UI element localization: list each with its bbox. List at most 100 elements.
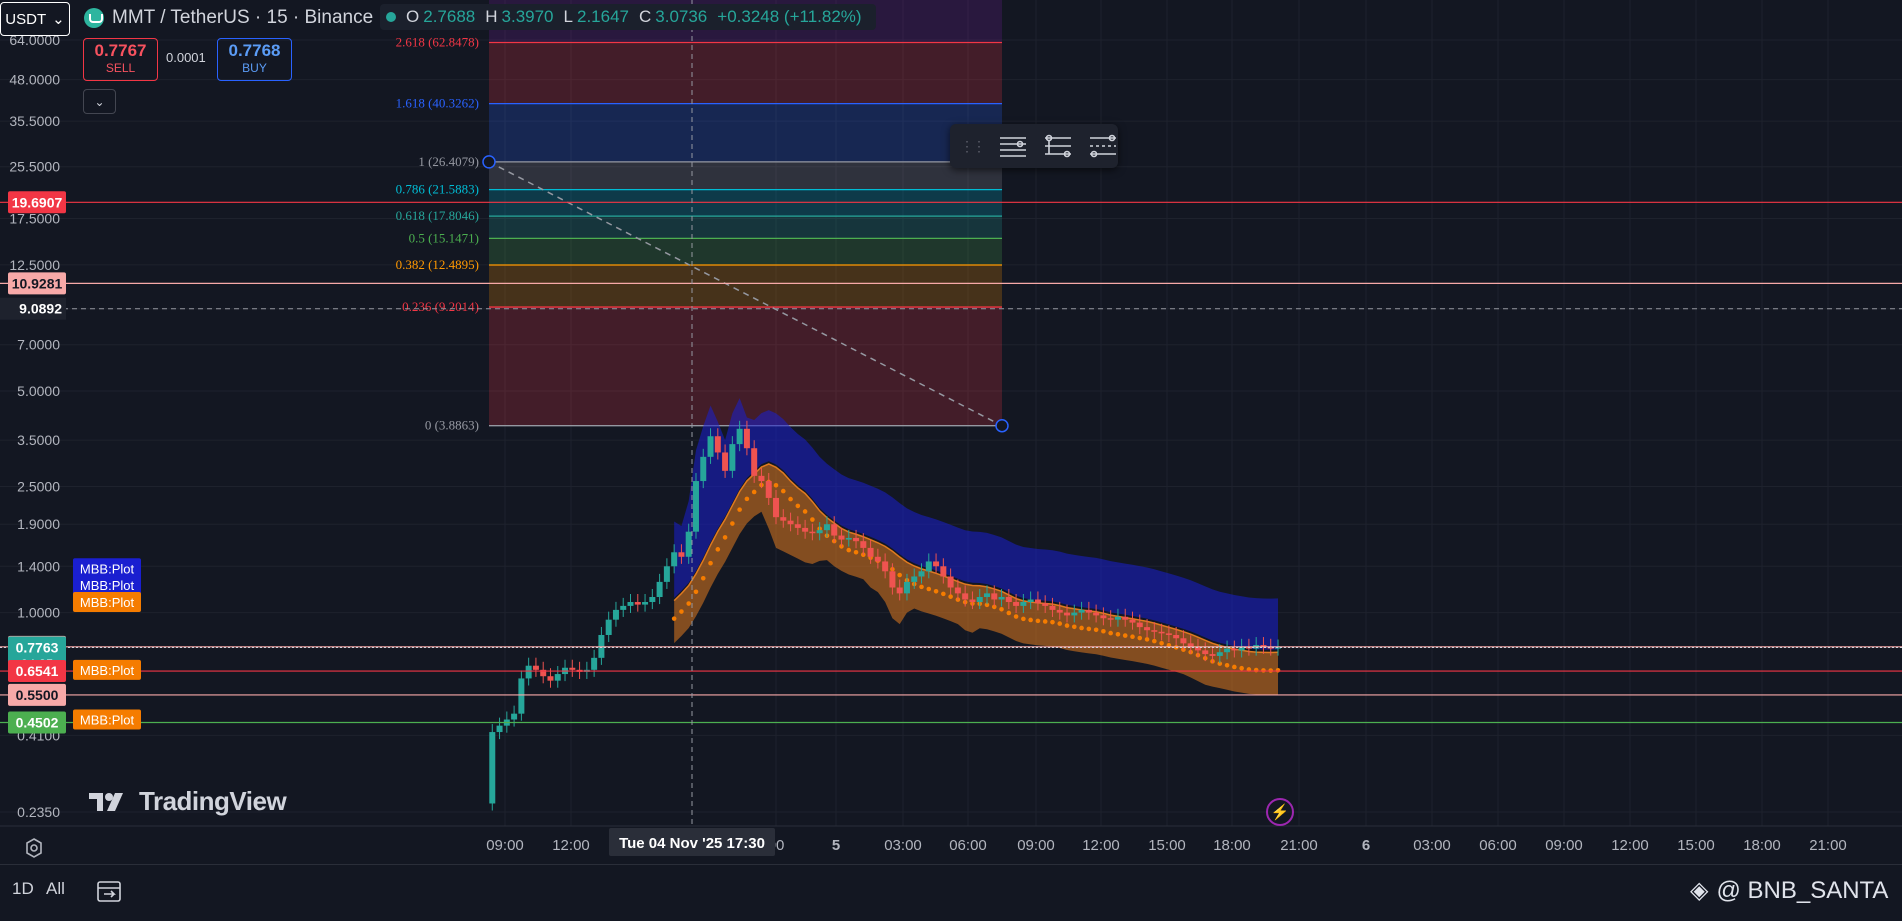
symbol-title[interactable]: MMT / TetherUS · 15 · Binance [112,7,373,29]
go-to-date-icon[interactable] [96,879,122,903]
price-tick-label: 2.5000 [17,478,60,494]
candle-body [627,602,634,606]
time-tick-label: 6 [1362,837,1370,854]
symbol-logo-icon [84,8,104,28]
candle-body [860,541,867,548]
trailing-stop-dot [853,549,859,555]
price-tick-label: 1.0000 [17,605,60,621]
price-tick-label: 12.5000 [9,257,60,273]
price-tag-label: 10.9281 [12,275,63,291]
price-tick-label: 48.0000 [9,72,60,88]
price-tag-label: 19.6907 [12,194,63,210]
chevron-down-icon: ⌄ [52,11,65,28]
fib-level-label: 0.236 (9.2014) [402,299,479,314]
trailing-stop-dot [1122,633,1128,638]
time-tick-label: 21:00 [1809,837,1847,854]
buy-price: 0.7768 [228,41,281,60]
sell-label: SELL [105,61,136,75]
crosshair-time-label: Tue 04 Nov '25 17:30 [619,835,765,852]
fib-level-label: 0 (3.8863) [425,418,479,433]
fib-level-label: 0.5 (15.1471) [409,230,479,245]
candle-body [874,556,881,562]
sell-price: 0.7767 [94,41,147,60]
price-tag-label: 0.7763 [16,639,59,655]
candle-body [1202,650,1209,655]
candle-body [671,552,678,567]
candle-body [998,597,1005,600]
candle-body [853,537,860,542]
candle-body [1049,605,1056,610]
time-tick-label: 06:00 [1479,837,1517,854]
trailing-stop-dot [1035,618,1041,624]
fib-zone [489,238,1002,265]
sell-button[interactable]: 0.7767 SELL [83,38,158,81]
fib-style-button[interactable] [1087,131,1118,161]
trailing-stop-dot [1021,616,1026,622]
candle-body [773,497,780,518]
range-all-button[interactable]: All [46,879,65,899]
range-1d-button[interactable]: 1D [12,879,34,899]
low-value: 2.1647 [576,7,629,26]
drag-handle-icon[interactable]: ⋮⋮ [960,138,986,155]
trailing-stop-dot [1071,624,1077,630]
candle-body [1078,609,1085,613]
trailing-stop-dot [686,601,692,606]
buy-button[interactable]: 0.7768 BUY [217,38,292,81]
lightning-icon[interactable]: ⚡ [1266,798,1294,826]
trailing-stop-dot [671,616,677,621]
indicator-tag-label: MBB:Plot [80,595,135,610]
tradingview-logo: TradingView [87,786,287,817]
fib-settings-button[interactable] [1043,131,1074,161]
tradingview-logo-icon [89,792,123,811]
trailing-stop-dot [1159,640,1164,646]
trailing-stop-dot [1050,619,1055,625]
candle-body [612,609,619,620]
trailing-stop-dot [1144,637,1150,642]
candle-body [1093,612,1100,616]
collapse-button[interactable]: ⌄ [83,89,116,114]
time-tick-label: 18:00 [1213,837,1251,854]
trailing-stop-dot [1086,626,1092,632]
candle-body [1209,654,1216,656]
fib-zone [489,103,1002,162]
time-tick-label: 12:00 [552,837,590,854]
candle-body [867,547,874,557]
candle-body [809,531,816,534]
trailing-stop-dot [1261,668,1266,673]
candle-body [1064,612,1071,616]
time-tick-label: 15:00 [1148,837,1186,854]
fibonacci-retracement: 2.618 (62.8478) 1.618 (40.3262) 1 (26.4079… [396,0,1009,433]
scale-settings-icon[interactable] [22,836,46,860]
fib-levels-button[interactable] [998,131,1029,161]
trailing-stop-dot [1093,627,1099,633]
candle-body [489,732,496,804]
open-label: O [406,7,420,26]
trailing-stop-dot [1042,619,1048,624]
candle-body [547,676,554,681]
fib-zone [489,216,1002,239]
candle-body [896,587,903,594]
candle-body [838,535,845,540]
candle-body [743,428,750,449]
fib-settings-icon [1045,134,1071,158]
candle-body [1165,633,1172,635]
indicator-bands [671,398,1281,696]
crosshair-price-label: 9.0892 [19,301,62,317]
close-label: C [638,7,652,26]
trailing-stop-dot [1115,632,1121,637]
trailing-stop-dot [1130,634,1135,640]
candle-body [1056,609,1063,613]
trailing-stop-dot [1108,630,1113,636]
time-tick-label: 06:00 [949,837,987,854]
fib-level-label: 2.618 (62.8478) [396,35,479,50]
candle-body [969,599,976,603]
currency-selector[interactable]: USDT ⌄ [0,2,70,36]
candle-body [678,552,685,557]
candle-body [831,524,838,536]
trailing-stop-dot [933,588,939,594]
price-tick-label: 1.9000 [17,516,60,532]
buy-label: BUY [242,61,267,75]
time-tick-label: 5 [832,837,840,854]
candle-body [976,597,983,603]
time-tick-label: 12:00 [1611,837,1649,854]
